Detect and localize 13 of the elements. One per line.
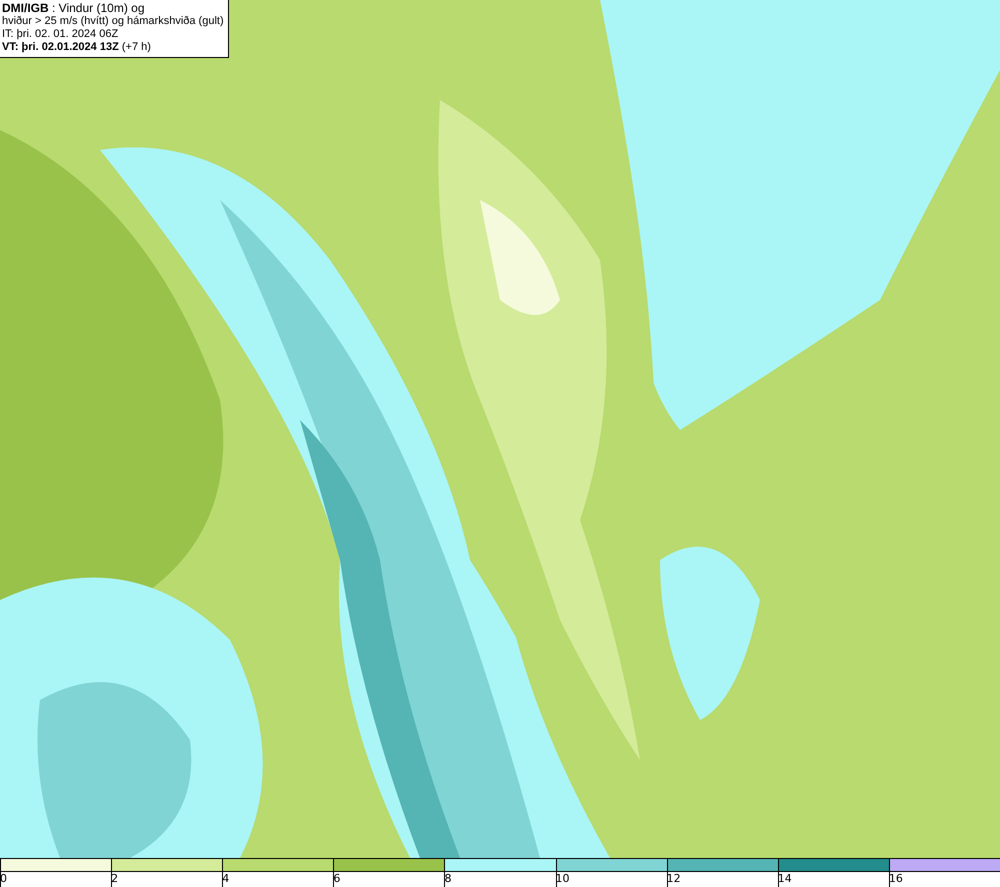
legend-tick-label: 8 <box>444 872 452 886</box>
legend-tick-label: 12 <box>666 872 681 886</box>
legend-tick-label: 4 <box>222 872 230 886</box>
legend-tick-label: 0 <box>0 872 7 886</box>
legend-tick-label: 14 <box>778 872 792 886</box>
legend-tick-label: 16 <box>888 872 903 886</box>
title-line: hviður > 25 m/s (hvítt) og hámarkshviða (gult) <box>2 15 224 28</box>
title-line: VT: þri. 02.01.2024 13Z (+7 h) <box>2 41 152 54</box>
legend-tick-label: 6 <box>333 872 340 886</box>
title-line: DMI/IGB : Vindur (10m) og <box>2 2 146 15</box>
legend-tick-label: 2 <box>111 872 118 886</box>
legend-tick-label: 10 <box>556 872 570 886</box>
title-line: IT: þri. 02. 01. 2024 06Z <box>2 28 120 41</box>
